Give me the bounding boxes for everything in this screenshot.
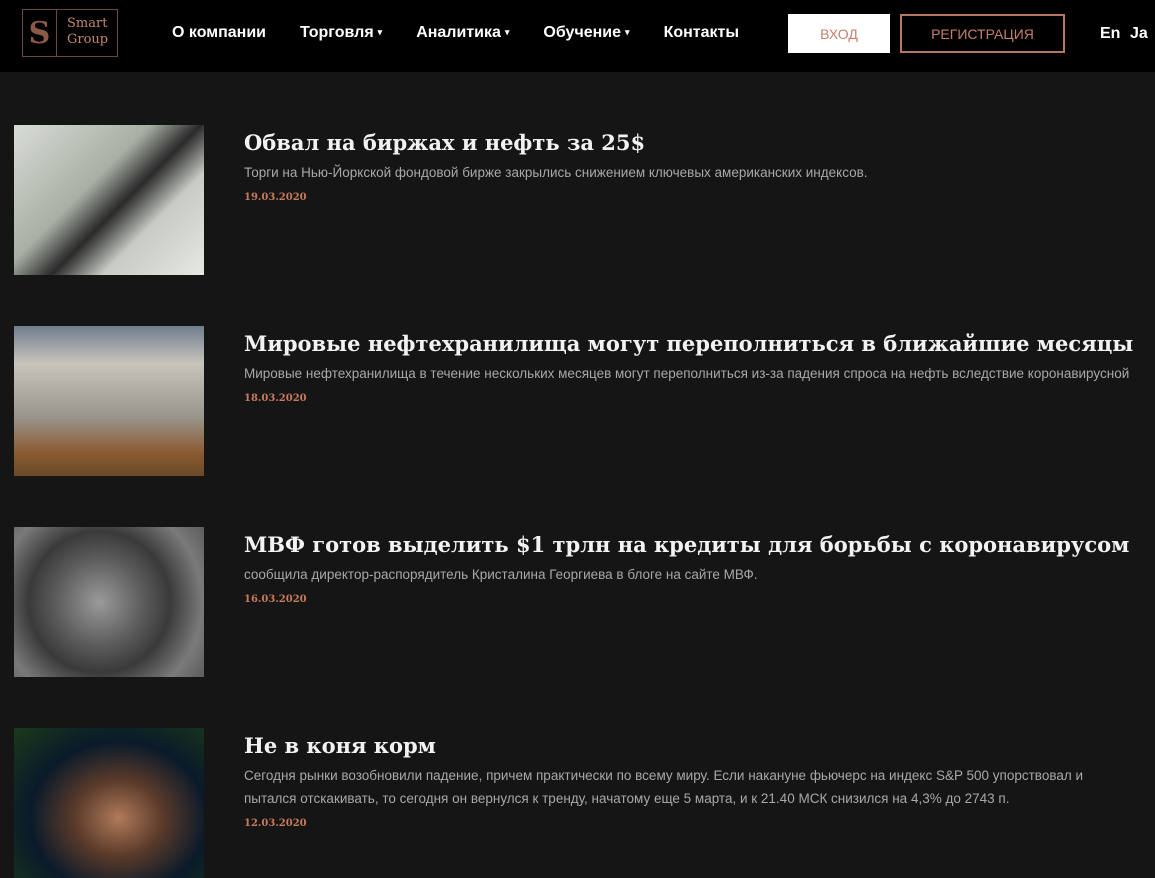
nav-label: Обучение — [543, 24, 622, 41]
nav-item-contacts[interactable]: Контакты — [664, 24, 739, 42]
news-item[interactable]: Не в коня корм Сегодня рынки возобновили… — [14, 728, 1144, 878]
chevron-down-icon: ▾ — [377, 27, 383, 37]
logo-mark: S — [23, 10, 57, 56]
news-item[interactable]: Обвал на биржах и нефть за 25$ Торги на … — [14, 125, 1144, 275]
news-item[interactable]: МВФ готов выделить $1 трлн на кредиты дл… — [14, 527, 1144, 677]
news-image[interactable] — [14, 527, 204, 677]
news-image[interactable] — [14, 326, 204, 476]
lang-en[interactable]: En — [1100, 25, 1120, 43]
lang-ja[interactable]: Ja — [1130, 25, 1148, 43]
nav-item-company[interactable]: О компании — [172, 24, 266, 42]
news-description: Мировые нефтехранилища в течение несколь… — [244, 366, 1130, 381]
news-title[interactable]: МВФ готов выделить $1 трлн на кредиты дл… — [244, 531, 1139, 559]
news-image[interactable] — [14, 728, 204, 878]
news-date: 16.03.2020 — [244, 594, 307, 605]
chevron-down-icon: ▾ — [625, 27, 630, 37]
nav-label: Аналитика — [416, 24, 501, 41]
news-date: 12.03.2020 — [244, 818, 307, 829]
main-nav: О компании Торговля ▾ Аналитика ▾ Обучение… — [172, 24, 773, 42]
logo-text: Smart — [67, 16, 108, 31]
news-description: Торги на Нью-Йоркской фондовой бирже зак… — [244, 165, 868, 180]
register-button[interactable]: РЕГИСТРАЦИЯ — [900, 14, 1065, 53]
news-date: 18.03.2020 — [244, 393, 307, 404]
nav-item-education[interactable]: Обучение ▾ — [543, 24, 629, 42]
logo-text: Group — [67, 32, 109, 47]
news-item[interactable]: Мировые нефтехранилища могут переполнить… — [14, 326, 1144, 476]
news-description: сообщила директор-распорядитель Кристали… — [244, 567, 758, 582]
news-title[interactable]: Мировые нефтехранилища могут переполнить… — [244, 330, 1139, 358]
news-description: Сегодня рынки возобновили падение, приче… — [244, 768, 1084, 806]
news-date: 19.03.2020 — [244, 192, 307, 203]
nav-item-trading[interactable]: Торговля ▾ — [300, 24, 382, 42]
news-image[interactable] — [14, 125, 204, 275]
login-button[interactable]: ВХОД — [788, 14, 890, 53]
nav-label: Торговля — [299, 24, 374, 41]
news-title[interactable]: Не в коня корм — [244, 732, 1139, 760]
chevron-down-icon: ▾ — [504, 27, 510, 37]
nav-item-analytics[interactable]: Аналитика ▾ — [416, 24, 509, 42]
site-header: S Smart Group О компании Торговля ▾ Аналит… — [0, 0, 1155, 72]
logo[interactable]: S Smart Group — [22, 9, 118, 57]
news-title[interactable]: Обвал на биржах и нефть за 25$ — [244, 129, 1139, 157]
